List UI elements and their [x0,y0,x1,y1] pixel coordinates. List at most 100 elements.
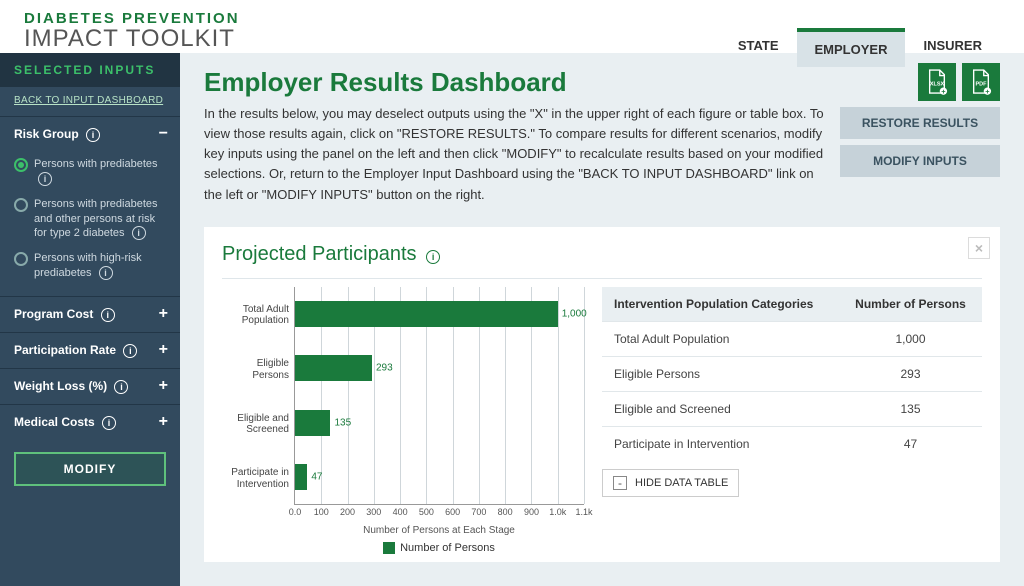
section-medical-costs[interactable]: Medical Costs + [0,405,180,440]
file-xlsx-icon: XLSX+ [926,69,948,95]
section-weight-loss[interactable]: Weight Loss (%) + [0,369,180,404]
x-tick: 300 [366,504,381,517]
modify-inputs-button[interactable]: MODIFY INPUTS [840,145,1000,177]
radio-prediabetes-risk[interactable]: Persons with prediabetes and other perso… [14,192,166,247]
table-cell: Total Adult Population [602,321,839,356]
info-icon[interactable] [34,173,52,185]
table-cell: Eligible and Screened [602,391,839,426]
data-table-wrap: Intervention Population Categories Numbe… [602,287,982,554]
radio-high-risk[interactable]: Persons with high-risk prediabetes [14,246,166,286]
info-icon[interactable] [119,343,137,357]
table-row: Participate in Intervention47 [602,426,982,461]
section-risk-group[interactable]: Risk Group − [0,117,180,152]
x-tick: 600 [445,504,460,517]
category-label: Eligible Persons [223,358,295,381]
download-pdf-button[interactable]: PDF+ [962,63,1000,101]
table-cell: Participate in Intervention [602,426,839,461]
info-icon[interactable] [97,307,115,321]
bar-value-label: 293 [376,363,393,374]
expand-icon: + [159,413,168,431]
data-table: Intervention Population Categories Numbe… [602,287,982,461]
category-label: Participate in Intervention [223,467,295,490]
category-label: Total Adult Population [223,304,295,327]
info-icon[interactable] [128,227,146,239]
info-icon[interactable] [422,243,440,265]
download-xlsx-button[interactable]: XLSX+ [918,63,956,101]
x-tick: 500 [419,504,434,517]
sidebar-title: SELECTED INPUTS [0,53,180,87]
radio-icon [14,198,28,212]
projected-participants-panel: × Projected Participants 0.0 100 200 300 400… [204,227,1000,562]
info-icon[interactable] [82,127,100,141]
section-label: Risk Group [14,127,79,141]
expand-icon: + [159,305,168,323]
tab-state[interactable]: STATE [720,28,797,67]
tab-employer[interactable]: EMPLOYER [797,28,906,67]
main-tabs: STATE EMPLOYER INSURER [720,28,1000,67]
chart-bar [295,355,372,381]
table-cell: Eligible Persons [602,356,839,391]
sidebar: SELECTED INPUTS BACK TO INPUT DASHBOARD … [0,53,180,586]
expand-icon: + [159,377,168,395]
collapse-icon: − [159,125,168,143]
panel-title: Projected Participants [222,243,982,266]
chart-bar [295,410,330,436]
x-tick: 400 [393,504,408,517]
modify-button[interactable]: MODIFY [14,452,166,486]
header: DIABETES PREVENTION IMPACT TOOLKIT STATE… [0,0,1024,53]
x-tick: 100 [314,504,329,517]
restore-results-button[interactable]: RESTORE RESULTS [840,107,1000,139]
svg-text:+: + [985,87,989,95]
page-title: Employer Results Dashboard [204,67,824,98]
x-tick: 1.1k [575,504,592,517]
tab-insurer[interactable]: INSURER [905,28,1000,67]
hide-table-label: HIDE DATA TABLE [635,477,728,489]
section-program-cost[interactable]: Program Cost + [0,297,180,332]
projected-participants-chart: 0.01002003004005006007008009001.0k1.1k1,… [222,287,584,554]
x-tick: 900 [524,504,539,517]
chart-xlabel: Number of Persons at Each Stage [294,525,584,536]
radio-icon [14,158,28,172]
table-row: Total Adult Population1,000 [602,321,982,356]
bar-value-label: 135 [334,417,351,428]
risk-group-options: Persons with prediabetes Persons with pr… [0,152,180,296]
info-icon[interactable] [110,379,128,393]
table-cell: 47 [839,426,982,461]
table-row: Eligible and Screened135 [602,391,982,426]
section-label: Weight Loss (%) [14,379,107,393]
radio-prediabetes[interactable]: Persons with prediabetes [14,152,166,192]
table-cell: 293 [839,356,982,391]
right-actions: XLSX+ PDF+ RESTORE RESULTS MODIFY INPUTS [840,67,1000,205]
section-label: Medical Costs [14,415,95,429]
chart-bar [295,301,558,327]
back-to-input-link[interactable]: BACK TO INPUT DASHBOARD [0,87,180,116]
close-panel-button[interactable]: × [968,237,990,259]
radio-label: Persons with prediabetes [34,158,158,170]
category-label: Eligible and Screened [223,413,295,436]
x-tick: 0.0 [289,504,302,517]
info-icon[interactable] [98,415,116,429]
chart-legend: Number of Persons [294,542,584,554]
info-icon[interactable] [95,267,113,279]
bar-value-label: 47 [311,472,322,483]
bar-value-label: 1,000 [562,308,587,319]
minus-icon: - [613,476,627,490]
legend-swatch [383,542,395,554]
svg-text:+: + [941,87,945,95]
expand-icon: + [159,341,168,359]
x-tick: 1.0k [549,504,566,517]
chart-bar [295,464,307,490]
table-row: Eligible Persons293 [602,356,982,391]
table-cell: 1,000 [839,321,982,356]
x-tick: 700 [471,504,486,517]
page-intro: In the results below, you may deselect o… [204,104,824,205]
section-label: Participation Rate [14,343,116,357]
table-header: Number of Persons [839,287,982,322]
x-tick: 200 [340,504,355,517]
table-header: Intervention Population Categories [602,287,839,322]
section-participation-rate[interactable]: Participation Rate + [0,333,180,368]
hide-data-table-button[interactable]: - HIDE DATA TABLE [602,469,739,497]
table-cell: 135 [839,391,982,426]
file-pdf-icon: PDF+ [970,69,992,95]
x-tick: 800 [498,504,513,517]
